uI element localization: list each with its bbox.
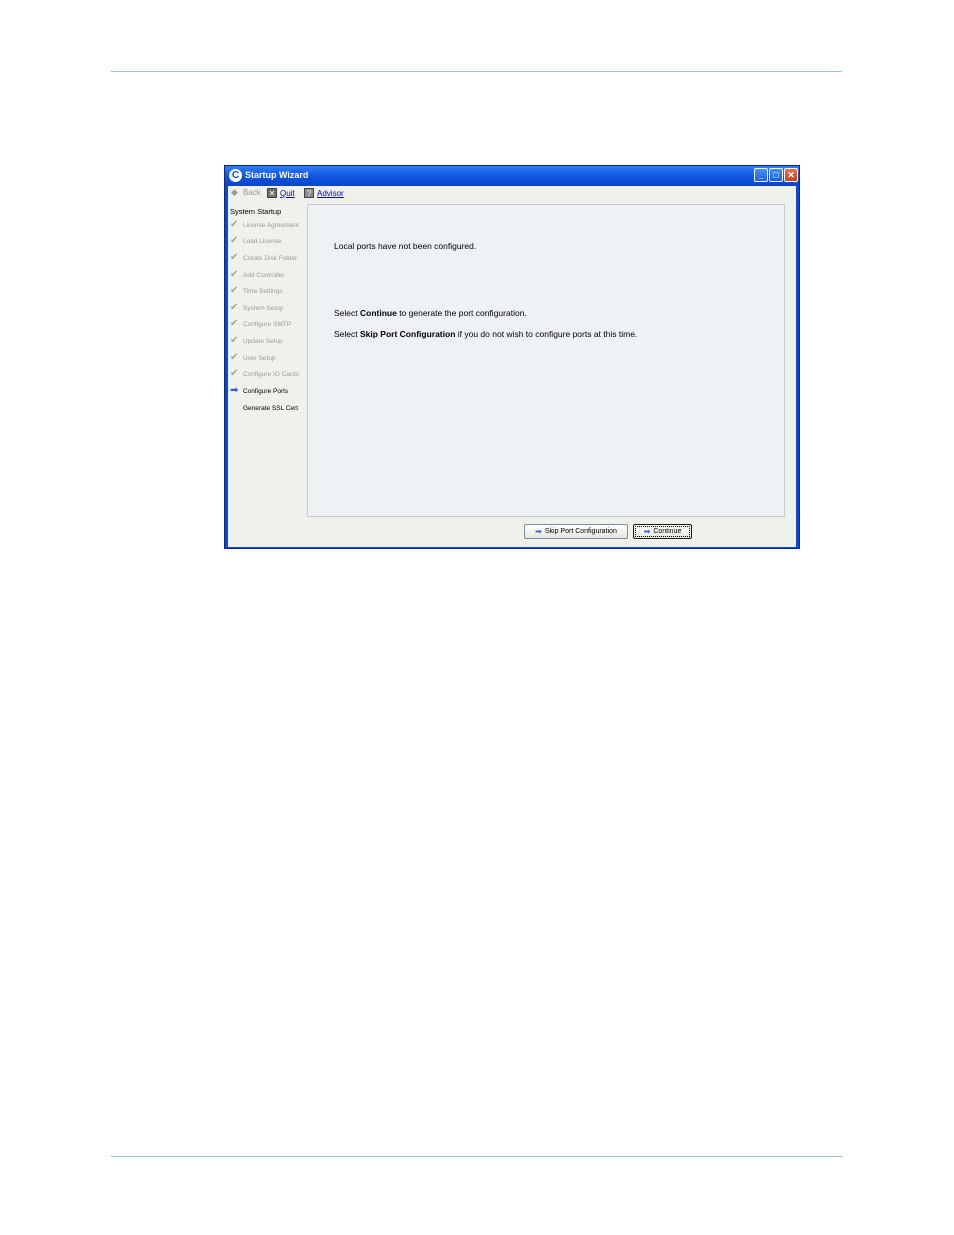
back-arrow-icon: ◆ <box>231 187 238 197</box>
advisor-button[interactable]: ? Advisor <box>304 188 344 198</box>
checkmark-icon: ✔ <box>230 302 239 313</box>
arrow-right-icon: ➡ <box>535 527 542 536</box>
page-footer-rule <box>111 1156 842 1157</box>
step-load-license: ✔ Load License <box>230 234 308 248</box>
quit-button[interactable]: ✕ Quit <box>267 188 295 198</box>
instruction-text: if you do not wish to configure ports at… <box>455 329 638 339</box>
window-client-area: ◆ Back ✕ Quit ? Advisor System Startup ✔… <box>228 186 796 547</box>
instruction-continue: Select Continue to generate the port con… <box>334 308 527 318</box>
step-configure-smtp: ✔ Configure SMTP <box>230 317 308 331</box>
step-label: Update Setup <box>243 337 283 345</box>
step-system-setup: ✔ System Setup <box>230 301 308 315</box>
step-label: Configure Ports <box>243 387 289 395</box>
step-label: Load License <box>243 237 282 245</box>
page-header-rule <box>111 71 842 72</box>
checkmark-icon: ✔ <box>230 219 239 230</box>
minimize-button[interactable]: _ <box>754 168 768 182</box>
step-label: Time Settings <box>243 287 283 295</box>
app-icon: C <box>229 169 242 182</box>
advisor-link[interactable]: Advisor <box>317 189 344 198</box>
step-label: User Setup <box>243 354 276 362</box>
step-label: Configure IO Cards <box>243 370 299 378</box>
step-update-setup: ✔ Update Setup <box>230 334 308 348</box>
step-license-agreement: ✔ License Agreement <box>230 218 308 232</box>
checkmark-icon: ✔ <box>230 335 239 346</box>
wizard-step-sidebar: System Startup ✔ License Agreement ✔ Loa… <box>228 204 306 547</box>
back-label: Back <box>243 188 261 197</box>
instruction-keyword: Continue <box>360 308 397 318</box>
skip-button-label: Skip Port Configuration <box>544 528 617 535</box>
checkmark-icon: ✔ <box>230 352 239 363</box>
continue-button-label: Continue <box>653 528 682 535</box>
step-label: System Setup <box>243 304 284 312</box>
checkmark-icon: ✔ <box>230 269 239 280</box>
arrow-right-icon: ➡ <box>643 527 651 536</box>
step-add-controller: ✔ Add Controller <box>230 268 308 282</box>
wizard-content-panel: Local ports have not been configured. Se… <box>307 204 785 517</box>
instruction-text: Select <box>334 329 360 339</box>
step-configure-ports: ➡ Configure Ports <box>230 384 308 398</box>
checkmark-icon: ✔ <box>230 235 239 246</box>
advisor-icon: ? <box>304 188 314 198</box>
step-configure-io-cards: ✔ Configure IO Cards <box>230 367 308 381</box>
quit-icon: ✕ <box>267 188 277 198</box>
step-label: License Agreement <box>243 221 299 229</box>
close-button[interactable]: ✕ <box>784 168 798 182</box>
checkmark-icon: ✔ <box>230 318 239 329</box>
checkmark-icon: ✔ <box>230 285 239 296</box>
window-title: Startup Wizard <box>245 170 309 180</box>
step-label: Generate SSL Cert <box>243 404 299 412</box>
wizard-button-bar: ➡ Skip Port Configuration ➡ Continue <box>307 519 796 547</box>
step-generate-ssl-cert: Generate SSL Cert <box>230 401 308 415</box>
startup-wizard-window: C Startup Wizard _ □ ✕ ◆ Back ✕ Quit ? A… <box>224 165 800 549</box>
title-bar[interactable]: C Startup Wizard _ □ ✕ <box>225 166 799 186</box>
status-message: Local ports have not been configured. <box>334 241 477 251</box>
sidebar-title: System Startup <box>230 207 282 216</box>
step-user-setup: ✔ User Setup <box>230 351 308 365</box>
instruction-text: Select <box>334 308 360 318</box>
step-create-disk-folder: ✔ Create Disk Folder <box>230 251 308 265</box>
maximize-button[interactable]: □ <box>769 168 783 182</box>
continue-button[interactable]: ➡ Continue <box>633 524 692 539</box>
step-label: Create Disk Folder <box>243 254 298 262</box>
step-time-settings: ✔ Time Settings <box>230 284 308 298</box>
current-step-arrow-icon: ➡ <box>230 385 239 396</box>
step-label: Configure SMTP <box>243 320 292 328</box>
quit-link[interactable]: Quit <box>280 189 295 198</box>
checkmark-icon: ✔ <box>230 252 239 263</box>
skip-port-configuration-button[interactable]: ➡ Skip Port Configuration <box>524 524 628 539</box>
instruction-skip: Select Skip Port Configuration if you do… <box>334 329 637 339</box>
checkmark-icon: ✔ <box>230 368 239 379</box>
step-label: Add Controller <box>243 271 285 279</box>
instruction-text: to generate the port configuration. <box>396 308 527 318</box>
wizard-toolbar: ◆ Back ✕ Quit ? Advisor <box>228 186 796 203</box>
back-button[interactable]: ◆ Back <box>231 187 261 198</box>
instruction-keyword: Skip Port Configuration <box>360 329 456 339</box>
